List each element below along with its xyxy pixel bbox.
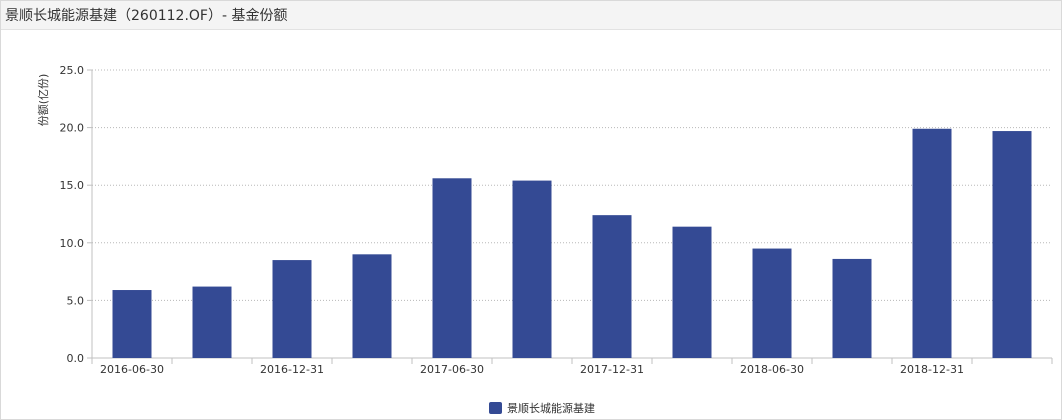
legend-label: 景顺长城能源基建 — [507, 401, 595, 415]
x-tick-label: 2016-06-30 — [100, 363, 164, 376]
y-tick-label: 15.0 — [60, 179, 85, 192]
x-tick-label: 2016-12-31 — [260, 363, 324, 376]
bar-2018-12-31 — [912, 128, 952, 358]
bar-2018-09-30 — [832, 258, 872, 358]
bar-2016-12-31 — [272, 260, 312, 358]
x-tick-label: 2018-12-31 — [900, 363, 964, 376]
bar-2017-12-31 — [592, 215, 632, 358]
y-tick-label: 0.0 — [67, 352, 85, 365]
y-tick-label: 5.0 — [67, 294, 85, 307]
y-axis-label: 份额(亿份) — [37, 74, 50, 127]
bar-2017-09-30 — [512, 180, 552, 358]
bar-2016-09-30 — [192, 286, 232, 358]
y-tick-label: 20.0 — [60, 122, 85, 135]
x-tick-label: 2017-12-31 — [580, 363, 644, 376]
bar-2019-03-31 — [992, 131, 1032, 358]
x-tick-label: 2018-06-30 — [740, 363, 804, 376]
legend-swatch — [489, 402, 502, 414]
bar-2017-03-31 — [352, 254, 392, 358]
y-tick-label: 10.0 — [60, 237, 85, 250]
bar-2018-03-31 — [672, 226, 712, 358]
bar-2016-06-30 — [112, 290, 152, 358]
bar-2018-06-30 — [752, 248, 792, 358]
x-tick-label: 2017-06-30 — [420, 363, 484, 376]
bar-2017-06-30 — [432, 178, 472, 358]
y-tick-label: 25.0 — [60, 64, 85, 77]
fund-share-bar-chart: 0.0 5.0 10.0 15.0 20.0 25.0 份额(亿份) 2016-06-30 20… — [37, 64, 1053, 415]
